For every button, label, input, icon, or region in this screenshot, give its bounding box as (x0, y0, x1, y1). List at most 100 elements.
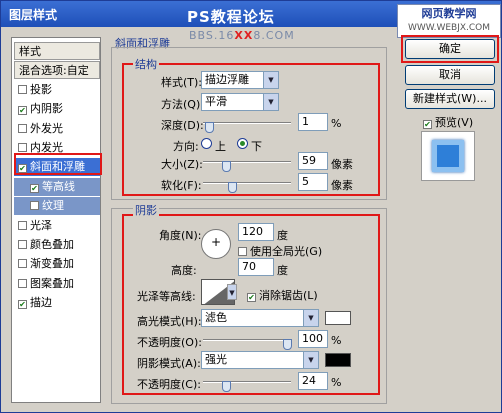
style-dropdown[interactable]: 描边浮雕 ▼ (201, 71, 279, 89)
style-checkbox[interactable] (18, 84, 27, 94)
site-badge: 网页教学网 WWW.WEBJX.COM (397, 4, 501, 38)
chevron-down-icon: ▼ (263, 72, 278, 88)
antialias-option[interactable]: ✔ 消除锯齿(L) (247, 287, 318, 303)
style-list-label: 投影 (30, 82, 52, 96)
style-list-label: 纹理 (42, 199, 64, 213)
depth-slider-thumb[interactable] (204, 122, 214, 133)
chevron-down-icon: ▼ (263, 94, 278, 110)
layer-style-dialog: 图层样式 PS教程论坛 BBS.16XX8.COM 网页教学网 WWW.WEBJX… (0, 0, 502, 413)
direction-label: 方向: (173, 140, 199, 153)
preview-option[interactable]: ✔ 预览(V) (423, 114, 473, 130)
structure-title: 结构 (133, 56, 159, 72)
shadow-opacity-slider-track[interactable] (203, 381, 291, 383)
style-checkbox[interactable]: ✔ (18, 106, 27, 116)
style-list-item[interactable]: 内发光 (14, 139, 100, 157)
style-list-item[interactable]: 渐变叠加 (14, 255, 100, 273)
soften-unit: 像素 (331, 179, 353, 192)
method-dropdown[interactable]: 平滑 ▼ (201, 93, 279, 111)
style-list-item[interactable]: ✔ 描边 (14, 294, 100, 312)
style-list-item[interactable]: 纹理 (14, 197, 100, 216)
style-checkbox[interactable] (18, 278, 27, 288)
altitude-input[interactable]: 70 (238, 258, 274, 276)
watermark-title: PS教程论坛 (187, 8, 275, 26)
soften-slider-thumb[interactable] (227, 182, 237, 193)
depth-slider-track[interactable] (203, 122, 291, 124)
style-list-label: 内阴影 (30, 102, 63, 116)
style-list-item[interactable]: ✔ 内阴影 (14, 100, 100, 118)
gloss-contour-label: 光泽等高线: (137, 290, 196, 303)
new-style-button[interactable]: 新建样式(W)... (405, 89, 495, 109)
style-list-label: 渐变叠加 (30, 257, 74, 271)
style-list-item[interactable]: 光泽 (14, 217, 100, 235)
style-list-label: 等高线 (42, 179, 75, 193)
highlight-mode-label: 高光模式(H): (137, 315, 202, 328)
style-list-label: 混合选项:自定 (19, 64, 89, 78)
style-checkbox[interactable]: ✔ (18, 300, 27, 310)
style-list-label: 图案叠加 (30, 276, 74, 290)
chevron-down-icon: ▼ (303, 352, 318, 368)
shadow-opacity-unit: % (331, 376, 342, 389)
soften-slider-track[interactable] (203, 182, 291, 184)
size-slider-track[interactable] (203, 161, 291, 163)
style-checkbox[interactable]: ✔ (30, 183, 39, 193)
style-checkbox[interactable] (18, 143, 27, 152)
shading-title: 阴影 (133, 202, 159, 218)
chevron-down-icon: ▼ (303, 310, 318, 326)
window-title: 图层样式 (9, 8, 58, 22)
preview-checkbox[interactable]: ✔ (423, 120, 432, 129)
shadow-opacity-input[interactable]: 24 (298, 372, 328, 390)
style-list-item[interactable]: 图案叠加 (14, 275, 100, 293)
style-checkbox[interactable] (30, 201, 39, 211)
shadow-color-swatch[interactable] (325, 353, 351, 367)
preview-square-icon (432, 140, 464, 172)
depth-unit: % (331, 117, 342, 130)
highlight-opacity-slider-track[interactable] (203, 339, 291, 341)
highlight-color-swatch[interactable] (325, 311, 351, 325)
direction-down-radio[interactable] (237, 138, 248, 149)
size-input[interactable]: 59 (298, 152, 328, 170)
angle-input[interactable]: 120 (238, 223, 274, 241)
highlight-mode-dropdown[interactable]: 滤色 ▼ (201, 309, 319, 327)
shadow-opacity-label: 不透明度(C): (137, 378, 201, 391)
style-list-item[interactable]: 颜色叠加 (14, 236, 100, 254)
style-checkbox[interactable] (18, 240, 27, 249)
shadow-opacity-slider-thumb[interactable] (222, 381, 232, 392)
preview-thumbnail (421, 131, 475, 181)
style-list-item[interactable]: ✔ 等高线 (14, 177, 100, 196)
style-list-label: 内发光 (30, 141, 63, 154)
shadow-mode-dropdown[interactable]: 强光 ▼ (201, 351, 319, 369)
global-light-option[interactable]: 使用全局光(G) (238, 243, 322, 259)
direction-up-radio[interactable] (201, 138, 212, 149)
style-checkbox[interactable] (18, 259, 27, 269)
style-list: 样式 混合选项:自定 投影 ✔ 内阴影 外发光 内发光 ✔ 斜面和浮雕 ✔ 等高线 纹理 光泽 颜色叠加渐… (11, 37, 101, 403)
style-list-item[interactable]: 混合选项:自定 (14, 61, 100, 80)
angle-dial[interactable] (201, 229, 231, 259)
highlight-opacity-unit: % (331, 334, 342, 347)
style-checkbox[interactable]: ✔ (18, 164, 27, 174)
style-list-item[interactable]: 外发光 (14, 120, 100, 138)
style-list-label: 样式 (19, 45, 41, 58)
style-list-label: 描边 (30, 296, 52, 310)
style-list-item[interactable]: 样式 (14, 42, 100, 60)
style-list-label: 颜色叠加 (30, 238, 74, 251)
highlight-opacity-slider-thumb[interactable] (283, 339, 292, 350)
style-label: 样式(T): (161, 76, 203, 89)
style-list-label: 光泽 (30, 218, 52, 232)
highlight-opacity-input[interactable]: 100 (298, 330, 328, 348)
style-list-item[interactable]: 投影 (14, 81, 100, 99)
cancel-button[interactable]: 取消 (405, 65, 495, 85)
ok-button[interactable]: 确定 (405, 39, 495, 59)
soften-input[interactable]: 5 (298, 173, 328, 191)
chevron-down-icon[interactable]: ▼ (227, 284, 237, 300)
style-checkbox[interactable] (18, 220, 27, 230)
size-slider-thumb[interactable] (222, 161, 232, 172)
shadow-mode-label: 阴影模式(A): (137, 357, 201, 370)
style-checkbox[interactable] (18, 123, 27, 133)
size-label: 大小(Z): (161, 158, 203, 171)
antialias-checkbox[interactable]: ✔ (247, 293, 256, 302)
style-list-item[interactable]: ✔ 斜面和浮雕 (14, 158, 100, 177)
direction-up-label: 上 (215, 140, 226, 153)
depth-input[interactable]: 1 (298, 113, 328, 131)
global-light-checkbox[interactable] (238, 247, 247, 256)
depth-label: 深度(D): (161, 119, 204, 132)
